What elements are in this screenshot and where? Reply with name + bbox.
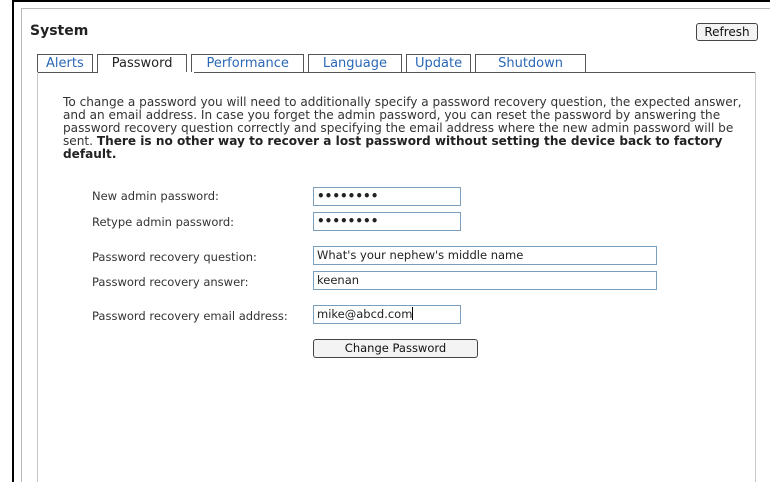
new-password-field[interactable]: •••••••• — [313, 187, 461, 206]
recovery-email-label: Password recovery email address: — [92, 309, 288, 323]
intro-text: To change a password you will need to ad… — [63, 96, 743, 161]
tab-performance[interactable]: Performance — [191, 54, 304, 72]
recovery-question-field[interactable]: What's your nephew's middle name — [313, 246, 657, 265]
recovery-answer-field[interactable]: keenan — [313, 271, 657, 290]
page-title: System — [30, 23, 89, 39]
tab-language[interactable]: Language — [307, 54, 402, 72]
change-password-button[interactable]: Change Password — [313, 339, 478, 358]
recovery-answer-label: Password recovery answer: — [92, 275, 249, 289]
tab-alerts[interactable]: Alerts — [37, 54, 93, 72]
text-caret — [412, 307, 414, 320]
recovery-question-label: Password recovery question: — [92, 250, 257, 264]
retype-password-label: Retype admin password: — [92, 215, 235, 229]
tab-shutdown[interactable]: Shutdown — [475, 54, 586, 72]
tab-password[interactable]: Password — [96, 54, 188, 72]
new-password-label: New admin password: — [92, 189, 219, 203]
tab-bar: Alerts Password Performance Language Upd… — [37, 54, 590, 72]
recovery-email-field[interactable]: mike@abcd.com — [313, 305, 461, 324]
retype-password-field[interactable]: •••••••• — [313, 212, 461, 231]
intro-warning: There is no other way to recover a lost … — [63, 134, 723, 161]
tab-update[interactable]: Update — [406, 54, 472, 72]
refresh-button[interactable]: Refresh — [696, 23, 758, 41]
